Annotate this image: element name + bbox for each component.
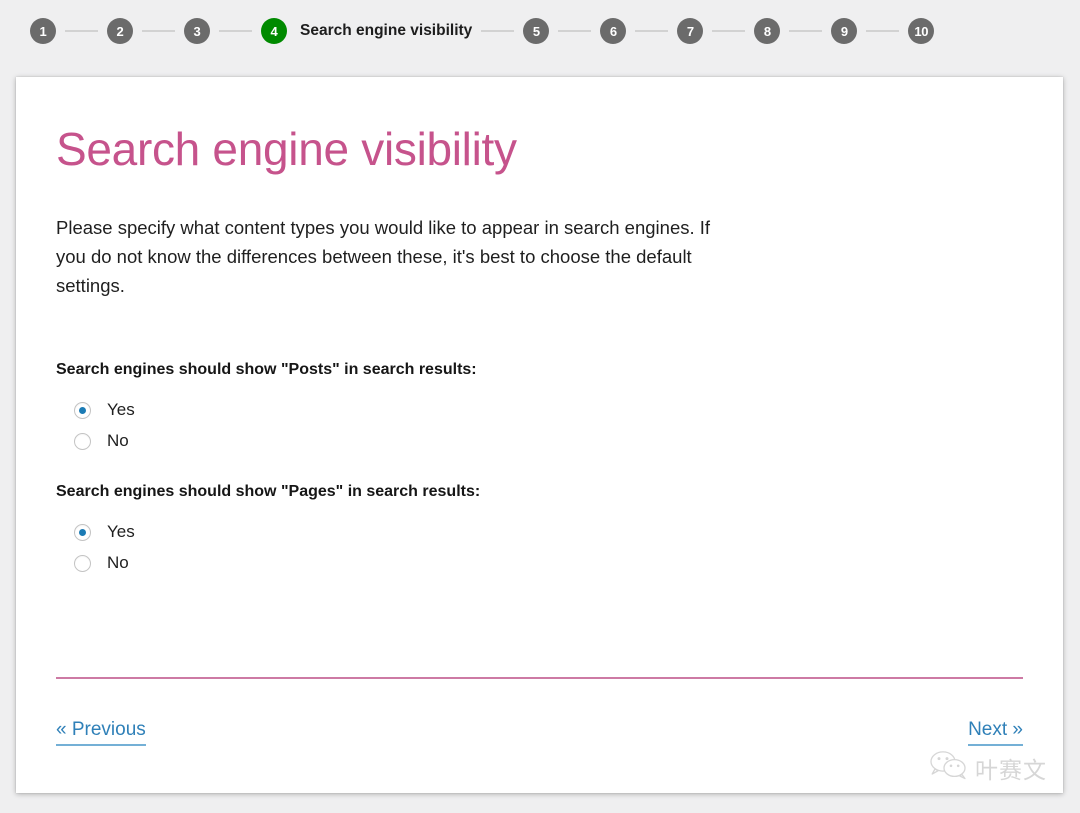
step-connector — [712, 30, 745, 32]
radio-dot-icon — [79, 529, 86, 536]
step-circle-1: 1 — [30, 18, 56, 44]
step-connector — [789, 30, 822, 32]
radio-button-icon[interactable] — [74, 555, 91, 572]
form-groups: Search engines should show "Posts" in se… — [56, 361, 1023, 579]
radio-option-label: Yes — [107, 522, 135, 542]
radio-group-1: Search engines should show "Posts" in se… — [56, 361, 1023, 457]
radio-button-icon[interactable] — [74, 433, 91, 450]
step-indicator-10[interactable]: 10 — [908, 18, 934, 44]
radio-option-yes[interactable]: Yes — [74, 395, 1023, 426]
step-indicator-4[interactable]: 4 Search engine visibility — [261, 18, 472, 44]
step-connector — [219, 30, 252, 32]
previous-link[interactable]: « Previous — [56, 719, 146, 746]
step-circle-4: 4 — [261, 18, 287, 44]
radio-option-yes[interactable]: Yes — [74, 517, 1023, 548]
step-current-label: Search engine visibility — [300, 22, 472, 40]
radio-option-label: Yes — [107, 400, 135, 420]
radio-option-no[interactable]: No — [74, 426, 1023, 457]
step-indicator-7[interactable]: 7 — [677, 18, 703, 44]
step-progress-bar: 1 2 3 4 Search engine visibility 5 6 7 8 9 10 — [0, 0, 1080, 62]
step-circle-5: 5 — [523, 18, 549, 44]
radio-group-legend: Search engines should show "Posts" in se… — [56, 361, 1023, 379]
step-connector — [866, 30, 899, 32]
step-indicator-1[interactable]: 1 — [30, 18, 56, 44]
step-connector — [558, 30, 591, 32]
wizard-navigation: « Previous Next » — [56, 719, 1023, 746]
next-link[interactable]: Next » — [968, 719, 1023, 746]
radio-group-2: Search engines should show "Pages" in se… — [56, 483, 1023, 579]
step-indicator-6[interactable]: 6 — [600, 18, 626, 44]
radio-option-label: No — [107, 431, 129, 451]
step-indicator-2[interactable]: 2 — [107, 18, 133, 44]
radio-button-icon[interactable] — [74, 402, 91, 419]
step-indicator-9[interactable]: 9 — [831, 18, 857, 44]
radio-dot-icon — [79, 407, 86, 414]
step-circle-8: 8 — [754, 18, 780, 44]
step-circle-10: 10 — [908, 18, 934, 44]
step-connector — [65, 30, 98, 32]
radio-option-label: No — [107, 553, 129, 573]
step-circle-6: 6 — [600, 18, 626, 44]
wechat-icon — [929, 750, 969, 785]
radio-option-no[interactable]: No — [74, 548, 1023, 579]
section-divider — [56, 677, 1023, 679]
step-indicator-8[interactable]: 8 — [754, 18, 780, 44]
step-circle-9: 9 — [831, 18, 857, 44]
step-connector — [481, 30, 514, 32]
wizard-card: Search engine visibility Please specify … — [16, 77, 1063, 793]
page-title: Search engine visibility — [56, 123, 1023, 176]
step-indicator-5[interactable]: 5 — [523, 18, 549, 44]
step-indicator-3[interactable]: 3 — [184, 18, 210, 44]
step-circle-7: 7 — [677, 18, 703, 44]
step-circle-2: 2 — [107, 18, 133, 44]
watermark: 叶赛文 — [929, 750, 1047, 785]
radio-group-legend: Search engines should show "Pages" in se… — [56, 483, 1023, 501]
radio-button-icon[interactable] — [74, 524, 91, 541]
step-connector — [635, 30, 668, 32]
intro-paragraph: Please specify what content types you wo… — [56, 213, 716, 301]
step-circle-3: 3 — [184, 18, 210, 44]
watermark-text: 叶赛文 — [975, 751, 1047, 785]
step-connector — [142, 30, 175, 32]
